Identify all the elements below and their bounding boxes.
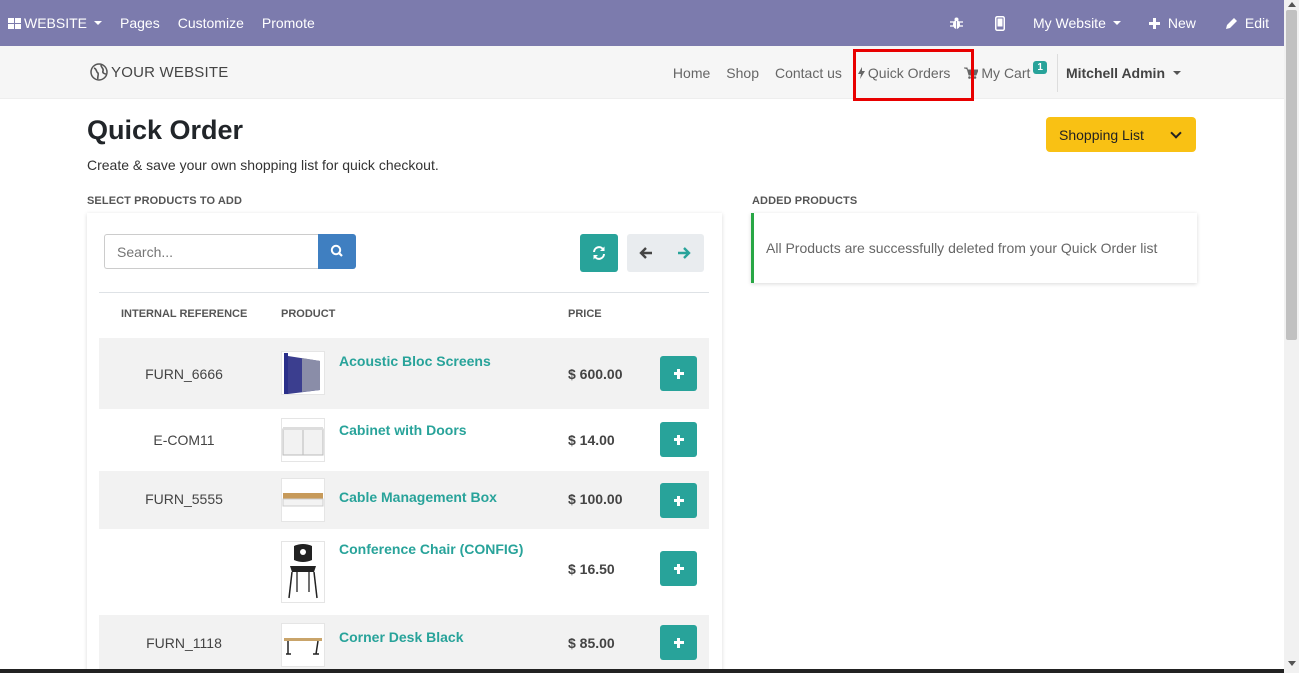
nav-link-shop[interactable]: Shop [718,65,767,81]
page-scrollbar[interactable] [1284,0,1299,673]
scroll-down-icon[interactable] [1288,661,1296,666]
refresh-icon [593,246,605,260]
topbar-item-customize[interactable]: Customize [169,0,253,46]
window-bottom-edge [0,669,1284,673]
brand-label: YOUR WEBSITE [111,63,229,81]
debug-bug-button[interactable] [934,0,979,46]
cable-box-image [281,478,325,522]
cart-label: My Cart [981,64,1031,81]
add-product-button[interactable] [660,625,697,660]
add-product-button[interactable] [660,422,697,457]
shopping-list-button[interactable]: Shopping List [1046,117,1196,152]
admin-topbar: WEBSITE Pages Customize Promote My Websi… [0,0,1284,46]
scroll-up-icon[interactable] [1288,2,1296,7]
brand-logo[interactable]: YOUR WEBSITE [90,63,228,81]
bug-icon [949,17,963,29]
product-price: $ 14.00 [568,432,615,448]
added-products-heading: ADDED PRODUCTS [752,195,858,207]
pagination-arrows [627,234,704,272]
mobile-preview-button[interactable] [979,0,1021,46]
column-header-price: PRICE [568,308,602,320]
product-name-link[interactable]: Cable Management Box [339,489,497,505]
topbar-item-promote[interactable]: Promote [253,0,324,46]
table-row: FURN_6666 Acoustic Bloc Screens $ 600.00 [99,338,709,409]
product-name-link[interactable]: Conference Chair (CONFIG) [339,541,523,557]
product-price: $ 600.00 [568,366,623,382]
next-page-button[interactable] [666,234,704,272]
product-ref: E-COM11 [153,432,215,448]
add-product-button[interactable] [660,551,697,586]
arrow-right-icon [678,247,691,259]
search-icon [330,244,343,257]
nav-link-cart[interactable]: My Cart 1 [958,61,1055,81]
my-website-label: My Website [1032,15,1106,31]
add-product-button[interactable] [660,483,697,518]
user-name: Mitchell Admin [1065,64,1165,81]
website-menu[interactable]: WEBSITE [0,0,111,46]
arrow-left-icon [639,247,652,259]
new-label: New [1167,15,1196,31]
globe-icon [90,63,108,81]
product-ref: FURN_5555 [145,491,223,507]
nav-link-home[interactable]: Home [665,65,718,81]
chair-image [281,541,325,603]
divider [99,292,709,293]
edit-label: Edit [1244,15,1269,31]
mobile-icon [994,15,1005,31]
plus-icon [1148,17,1160,29]
search-button[interactable] [318,234,356,269]
edit-button[interactable]: Edit [1212,0,1284,46]
new-button[interactable]: New [1133,0,1212,46]
nav-link-quick-orders[interactable]: Quick Orders [850,65,958,81]
page-subtitle: Create & save your own shopping list for… [87,157,439,173]
table-row: FURN_5555 Cable Management Box $ 100.00 [99,471,709,529]
website-navbar: YOUR WEBSITE Home Shop Contact us Quick … [0,46,1284,99]
page-title: Quick Order [87,115,244,145]
prev-page-button[interactable] [627,234,665,272]
product-selector-card: INTERNAL REFERENCE PRODUCT PRICE FURN_66… [87,213,722,673]
acoustic-screen-image [281,351,325,395]
user-menu[interactable]: Mitchell Admin [1058,65,1189,81]
product-price: $ 100.00 [568,491,623,507]
cart-icon [964,67,979,79]
desk-image [281,623,325,667]
website-menu-label: WEBSITE [24,15,88,31]
table-row: Conference Chair (CONFIG) $ 16.50 [99,529,709,615]
nav-link-contact[interactable]: Contact us [767,65,850,81]
search-input[interactable] [104,234,319,269]
added-products-message: All Products are successfully deleted fr… [766,240,1158,256]
apps-grid-icon [8,17,21,29]
add-product-button[interactable] [660,356,697,391]
my-website-menu[interactable]: My Website [1021,0,1133,46]
product-price: $ 85.00 [568,635,615,651]
nav-links: Home Shop Contact us Quick Orders My Car… [665,46,1189,99]
product-name-link[interactable]: Corner Desk Black [339,629,464,645]
caret-down-icon [94,21,103,25]
column-header-product: PRODUCT [281,308,336,320]
table-row: E-COM11 Cabinet with Doors $ 14.00 [99,409,709,471]
cabinet-image [281,418,325,462]
pencil-icon [1225,18,1237,29]
shopping-list-label: Shopping List [1059,126,1144,143]
scrollbar-thumb[interactable] [1286,10,1297,340]
chevron-down-icon [1170,127,1182,139]
bolt-icon [857,66,865,79]
quick-orders-label: Quick Orders [867,64,951,81]
table-row: FURN_1118 Corner Desk Black $ 85.00 [99,615,709,673]
caret-down-icon [1112,21,1121,25]
cart-count-badge: 1 [1033,61,1047,74]
product-ref: FURN_1118 [146,635,222,651]
added-products-card: All Products are successfully deleted fr… [751,213,1197,283]
caret-down-icon [1173,70,1181,75]
column-header-ref: INTERNAL REFERENCE [121,308,248,320]
topbar-item-pages[interactable]: Pages [111,0,169,46]
product-ref: FURN_6666 [145,366,223,382]
refresh-button[interactable] [580,234,618,272]
product-name-link[interactable]: Cabinet with Doors [339,422,467,438]
select-products-heading: SELECT PRODUCTS TO ADD [87,195,242,207]
product-price: $ 16.50 [568,561,615,577]
product-name-link[interactable]: Acoustic Bloc Screens [339,353,491,369]
